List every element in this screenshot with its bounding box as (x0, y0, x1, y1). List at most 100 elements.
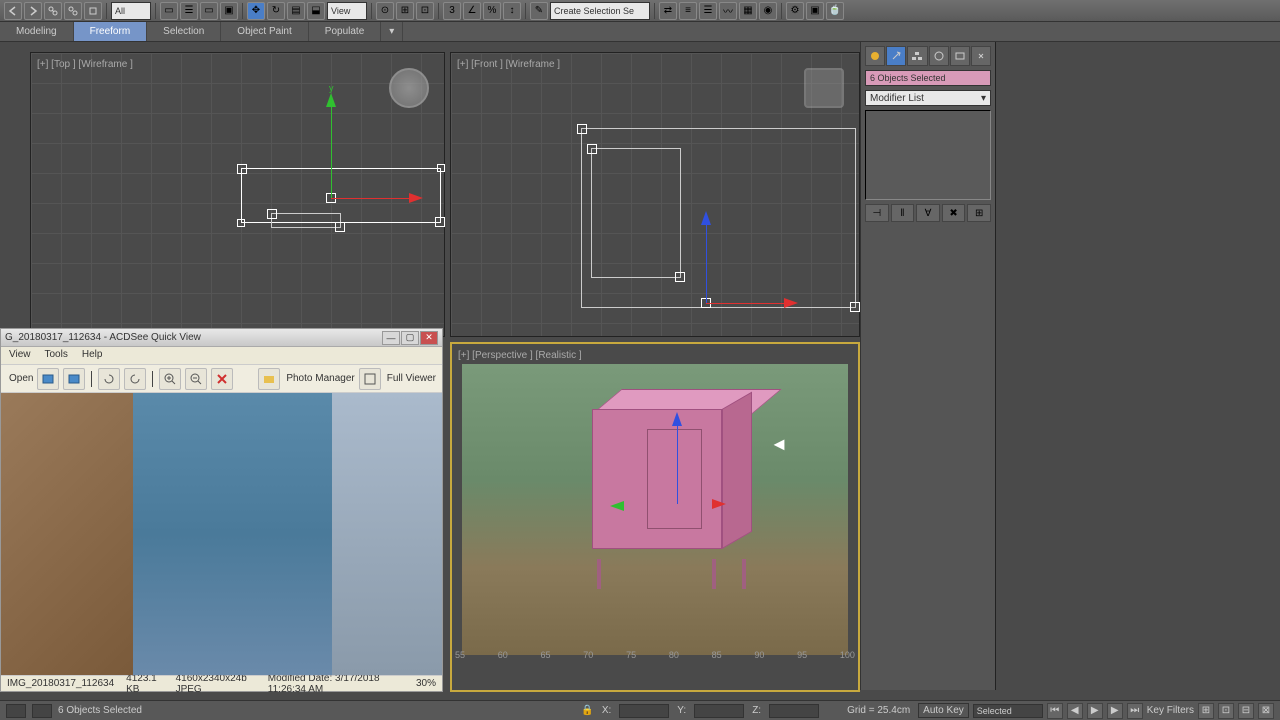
redo-button[interactable] (24, 2, 42, 20)
timeline[interactable]: 55 60 65 70 75 80 85 90 95 100 (450, 645, 860, 665)
zoom-out-button[interactable] (185, 368, 207, 390)
viewcube-top[interactable] (389, 68, 429, 108)
window-crossing-button[interactable]: ▣ (220, 2, 238, 20)
render-setup-button[interactable]: ⚙ (786, 2, 804, 20)
selection-set-dropdown[interactable]: Create Selection Se (550, 2, 650, 20)
select-button[interactable]: ▭ (160, 2, 178, 20)
maximize-button[interactable]: ▢ (401, 331, 419, 345)
schematic-button[interactable]: ▦ (739, 2, 757, 20)
move-button[interactable]: ✥ (247, 2, 265, 20)
undo-button[interactable] (4, 2, 22, 20)
tab-modeling[interactable]: Modeling (0, 22, 74, 41)
script-button[interactable] (32, 704, 52, 718)
tab-freeform[interactable]: Freeform (74, 22, 148, 41)
modify-tab[interactable] (886, 46, 906, 66)
placement-button[interactable]: ⬓ (307, 2, 325, 20)
show-result-button[interactable]: ‖ (891, 204, 915, 222)
acdsee-titlebar[interactable]: G_20180317_112634 - ACDSee Quick View — … (1, 329, 442, 347)
ribbon-toggle[interactable]: ▾ (381, 22, 403, 41)
goto-start-button[interactable]: ⏮ (1047, 703, 1063, 719)
motion-tab[interactable] (929, 46, 949, 66)
zoom-in-button[interactable] (159, 368, 181, 390)
modifier-list-dropdown[interactable]: Modifier List▾ (865, 90, 991, 106)
keyboard-button[interactable]: ⊡ (416, 2, 434, 20)
ref-coord-dropdown[interactable]: View (327, 2, 367, 20)
key-mode-dropdown[interactable]: Selected (973, 704, 1043, 718)
utilities-tab[interactable] (971, 46, 991, 66)
viewcube-front[interactable] (804, 68, 844, 108)
menu-tools[interactable]: Tools (45, 349, 68, 362)
photo-manager-icon[interactable] (258, 368, 280, 390)
pivot-button[interactable]: ⊙ (376, 2, 394, 20)
rotate-right-button[interactable] (124, 368, 146, 390)
key-filters-button[interactable]: Key Filters (1147, 705, 1194, 716)
selection-name-field[interactable]: 6 Objects Selected (865, 70, 991, 86)
render-frame-button[interactable]: ▣ (806, 2, 824, 20)
viewport-front-label[interactable]: [+] [Front ] [Wireframe ] (457, 59, 560, 70)
named-sel-button[interactable]: ✎ (530, 2, 548, 20)
manipulate-button[interactable]: ⊞ (396, 2, 414, 20)
nav-1-button[interactable]: ⊞ (1198, 703, 1214, 719)
viewport-top-label[interactable]: [+] [Top ] [Wireframe ] (37, 59, 133, 70)
create-tab[interactable] (865, 46, 885, 66)
render-button[interactable]: 🍵 (826, 2, 844, 20)
full-viewer-button[interactable]: Full Viewer (387, 373, 436, 384)
close-button[interactable]: ✕ (420, 331, 438, 345)
next-image-button[interactable] (63, 368, 85, 390)
layers-button[interactable]: ☰ (699, 2, 717, 20)
photo-manager-button[interactable]: Photo Manager (286, 373, 354, 384)
material-editor-button[interactable]: ◉ (759, 2, 777, 20)
spinner-snap-button[interactable]: ↕ (503, 2, 521, 20)
display-tab[interactable] (950, 46, 970, 66)
menu-view[interactable]: View (9, 349, 31, 362)
next-frame-button[interactable]: ▶ (1107, 703, 1123, 719)
nav-4-button[interactable]: ⊠ (1258, 703, 1274, 719)
scale-button[interactable]: ▤ (287, 2, 305, 20)
prev-image-button[interactable] (37, 368, 59, 390)
delete-button[interactable] (211, 368, 233, 390)
play-button[interactable]: ▶ (1087, 703, 1103, 719)
snap-button[interactable]: 3 (443, 2, 461, 20)
viewport-front[interactable]: [+] [Front ] [Wireframe ] (450, 52, 860, 337)
tab-object-paint[interactable]: Object Paint (221, 22, 308, 41)
mirror-button[interactable]: ⇄ (659, 2, 677, 20)
tab-selection[interactable]: Selection (147, 22, 221, 41)
hierarchy-tab[interactable] (907, 46, 927, 66)
curve-editor-button[interactable]: 〰 (719, 2, 737, 20)
acdsee-window[interactable]: G_20180317_112634 - ACDSee Quick View — … (0, 328, 443, 692)
modifier-stack[interactable] (865, 110, 991, 200)
select-name-button[interactable]: ☰ (180, 2, 198, 20)
viewport-persp-label[interactable]: [+] [Perspective ] [Realistic ] (458, 350, 582, 361)
remove-modifier-button[interactable]: ✖ (942, 204, 966, 222)
rotate-button[interactable]: ↻ (267, 2, 285, 20)
configure-button[interactable]: ⊞ (967, 204, 991, 222)
script-listener-button[interactable] (6, 704, 26, 718)
z-coord-field[interactable] (769, 704, 819, 718)
make-unique-button[interactable]: ∀ (916, 204, 940, 222)
tab-populate[interactable]: Populate (309, 22, 381, 41)
nav-3-button[interactable]: ⊟ (1238, 703, 1254, 719)
pin-stack-button[interactable]: ⊣ (865, 204, 889, 222)
acdsee-image-view[interactable] (1, 393, 442, 675)
unlink-button[interactable] (64, 2, 82, 20)
minimize-button[interactable]: — (382, 331, 400, 345)
auto-key-button[interactable]: Auto Key (918, 703, 969, 718)
open-button[interactable]: Open (9, 373, 33, 384)
x-coord-field[interactable] (619, 704, 669, 718)
link-button[interactable] (44, 2, 62, 20)
selection-filter-dropdown[interactable]: All (111, 2, 151, 20)
nav-2-button[interactable]: ⊡ (1218, 703, 1234, 719)
percent-snap-button[interactable]: % (483, 2, 501, 20)
y-coord-field[interactable] (694, 704, 744, 718)
align-button[interactable]: ≡ (679, 2, 697, 20)
full-viewer-icon[interactable] (359, 368, 381, 390)
rotate-left-button[interactable] (98, 368, 120, 390)
angle-snap-button[interactable]: ∠ (463, 2, 481, 20)
prev-frame-button[interactable]: ◀ (1067, 703, 1083, 719)
lock-icon[interactable]: 🔒 (581, 705, 593, 716)
viewport-top[interactable]: [+] [Top ] [Wireframe ] y (30, 52, 445, 337)
bind-button[interactable] (84, 2, 102, 20)
viewport-perspective[interactable]: [+] [Perspective ] [Realistic ] ◄ (450, 342, 860, 692)
goto-end-button[interactable]: ⏭ (1127, 703, 1143, 719)
menu-help[interactable]: Help (82, 349, 103, 362)
